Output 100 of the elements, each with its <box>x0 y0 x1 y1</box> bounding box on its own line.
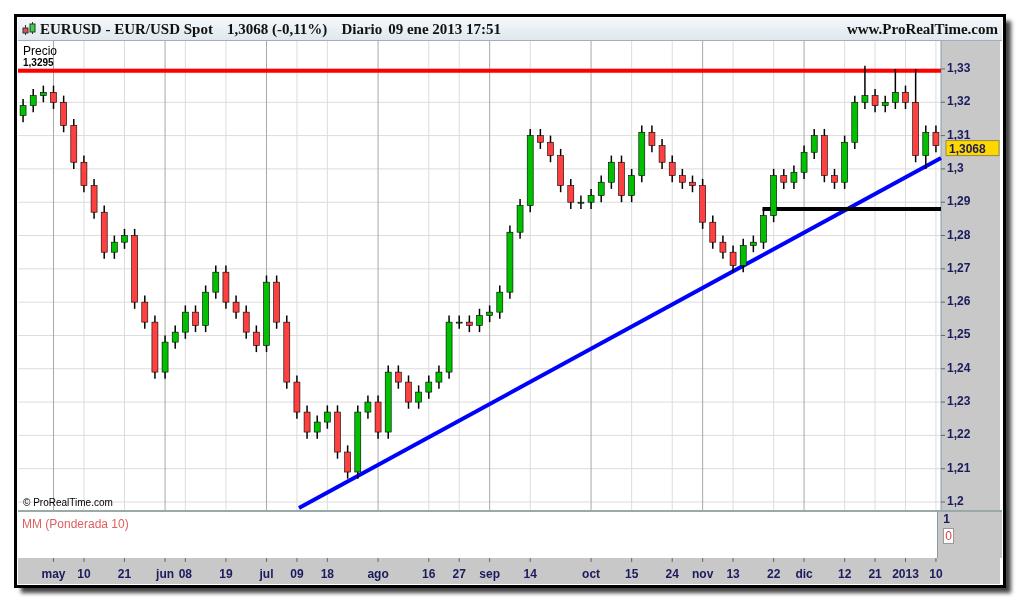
candlestick <box>161 334 169 380</box>
candlestick <box>699 178 706 230</box>
indicator-label: MM (Ponderada 10) <box>22 517 129 531</box>
axis-tick-label: 1,23 <box>940 394 971 409</box>
symbol-title: EURUSD - EUR/USD Spot <box>40 20 213 38</box>
y-tick-label: 1,29 <box>947 194 971 209</box>
y-tick-label: 1,22 <box>947 427 971 442</box>
axis-tick-label: 1,24 <box>940 360 971 375</box>
candlestick <box>597 174 605 203</box>
x-tick-label: 15 <box>624 567 639 581</box>
candlestick <box>516 198 524 240</box>
candlestick <box>628 168 635 203</box>
candlestick <box>567 178 575 210</box>
candlestick <box>608 154 615 190</box>
x-tick-label: jul <box>258 567 274 581</box>
y-tick-label: 1,31 <box>947 127 971 142</box>
candlestick <box>70 118 78 170</box>
axis-tick-label: 22 <box>766 558 781 581</box>
x-tick-label: nov <box>691 567 714 581</box>
candlestick <box>151 314 159 380</box>
candlestick-icon <box>22 22 36 36</box>
x-tick-label: oct <box>582 567 601 581</box>
axis-tick-label: may <box>41 558 66 581</box>
candlestick <box>892 68 899 110</box>
candlestick <box>50 84 57 110</box>
x-tick-label: may <box>41 567 66 581</box>
axis-tick-label: sep <box>479 558 500 581</box>
candlestick <box>111 234 118 260</box>
candlestick <box>841 134 848 190</box>
candlestick <box>415 384 422 410</box>
candlestick <box>202 284 209 333</box>
candlestick <box>232 294 240 320</box>
candlestick <box>668 154 676 183</box>
candlestick <box>425 374 433 400</box>
candlestick <box>810 128 818 160</box>
y-tick-label: 1,25 <box>947 327 971 342</box>
x-tick-label: 09 <box>290 567 304 581</box>
candlestick <box>435 364 443 390</box>
candlestick <box>212 264 220 300</box>
candlestick <box>405 374 412 410</box>
candlestick <box>141 294 149 330</box>
x-tick-label: 2013 <box>892 567 920 581</box>
x-tick-label: 27 <box>452 567 467 581</box>
candlestick <box>121 228 128 250</box>
candlestick <box>445 314 453 380</box>
candlestick <box>547 134 554 163</box>
axis-tick-label: 08 <box>178 558 193 581</box>
axis-tick-label: 1,3 <box>940 160 964 175</box>
candlestick <box>303 404 311 440</box>
axis-tick-label: 10 <box>77 558 91 581</box>
candlestick <box>821 128 828 183</box>
candlestick <box>760 208 767 250</box>
candlestick <box>253 324 260 353</box>
candlestick <box>709 214 717 250</box>
x-tick-label: 18 <box>320 567 335 581</box>
candlestick <box>486 304 493 323</box>
x-tick-label: 13 <box>726 567 741 581</box>
axis-tick-label: 21 <box>117 558 132 581</box>
candlestick <box>780 168 788 190</box>
candlestick <box>851 94 859 150</box>
period-text: Diario <box>341 20 383 38</box>
candlestick <box>638 124 646 183</box>
candlestick <box>932 124 940 153</box>
price-label: Precio <box>23 44 57 58</box>
candlestick <box>364 394 372 420</box>
candlestick <box>537 128 544 150</box>
axis-tick-label: 27 <box>452 558 466 581</box>
candlestick <box>729 244 737 273</box>
candlestick <box>861 64 869 110</box>
axis-tick-label: 1,32 <box>940 94 971 109</box>
axis-tick-label: ago <box>367 558 389 581</box>
axis-tick-label: jul <box>259 558 274 581</box>
site-link[interactable]: www.ProRealTime.com <box>846 20 998 38</box>
x-tick-label: 21 <box>868 567 883 581</box>
candlestick <box>242 304 250 340</box>
candlestick <box>313 414 321 440</box>
candlestick <box>476 308 483 333</box>
candlestick <box>374 394 382 440</box>
x-tick-label: ago <box>367 567 389 581</box>
axis-tick-label: jun <box>156 558 175 581</box>
candlestick <box>29 88 37 114</box>
axis-tick-label: 1,29 <box>940 194 971 209</box>
candlestick <box>719 234 727 260</box>
x-tick-label: 08 <box>178 567 193 581</box>
candlestick <box>679 168 686 190</box>
x-tick-label: sep <box>479 567 500 581</box>
last-price-badge: 1,3068 <box>945 140 1000 157</box>
candlestick <box>831 168 838 190</box>
axis-tick-label: 19 <box>219 558 233 581</box>
x-tick-label: 12 <box>837 567 852 581</box>
candlestick <box>750 234 757 253</box>
candlestick <box>182 304 189 340</box>
axis-tick-label: 1,26 <box>940 294 971 309</box>
axis-tick-label: 1,33 <box>940 61 971 75</box>
y-tick-label: 1,2 <box>947 494 965 509</box>
candlestick <box>171 324 179 350</box>
indicator-scale-label: 1 <box>943 512 950 526</box>
axis-tick-label: 1,31 <box>940 127 971 142</box>
axis-tick-label: 21 <box>868 558 882 581</box>
axis-tick-label: 14 <box>523 558 537 581</box>
